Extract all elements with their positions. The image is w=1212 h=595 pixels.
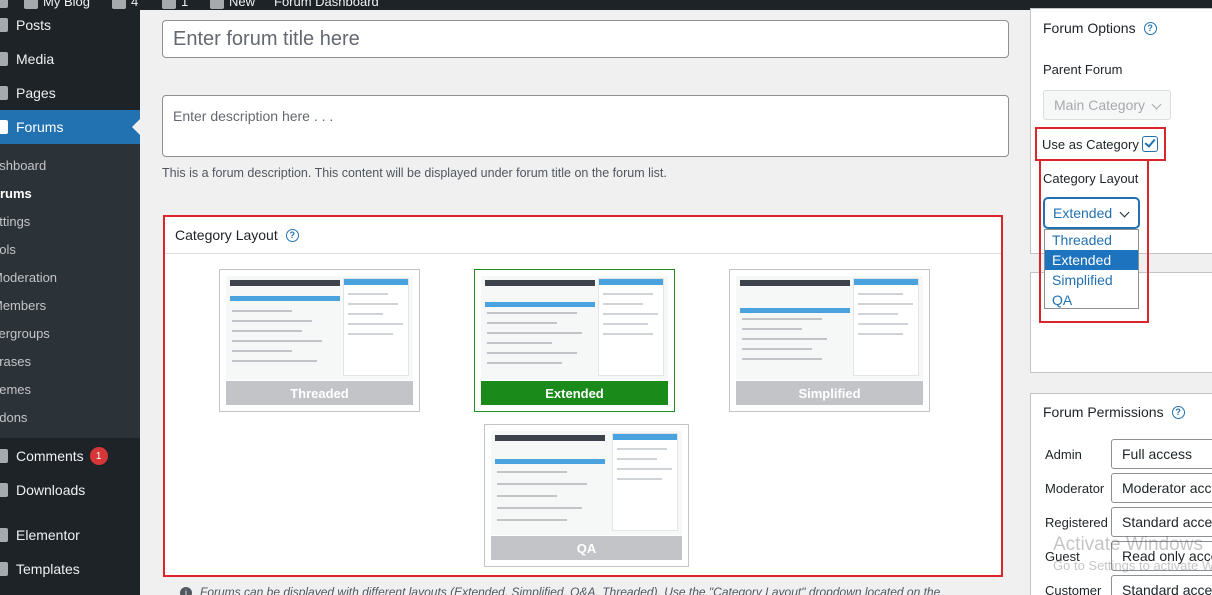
perm-role-moderator: Moderator bbox=[1045, 481, 1105, 496]
pages-icon bbox=[0, 86, 8, 100]
option-simplified[interactable]: Simplified bbox=[1045, 270, 1138, 290]
perm-select-customer[interactable]: Standard access bbox=[1111, 575, 1212, 595]
use-as-category-label: Use as Category bbox=[1042, 137, 1139, 152]
info-icon: i bbox=[180, 587, 192, 595]
posts-icon bbox=[0, 18, 8, 32]
layout-card-qa[interactable]: QA bbox=[484, 424, 689, 567]
perm-role-customer: Customer bbox=[1045, 583, 1102, 595]
submenu-tools[interactable]: ools bbox=[0, 242, 16, 257]
category-layout-dropdown: Threaded Extended Simplified QA bbox=[1044, 229, 1139, 309]
description-help-text: This is a forum description. This conten… bbox=[162, 166, 667, 180]
forum-options-title: Forum Options ? bbox=[1043, 20, 1157, 36]
chevron-down-icon bbox=[1151, 99, 1162, 110]
forum-permissions-title: Forum Permissions ? bbox=[1043, 404, 1185, 420]
submenu-forums[interactable]: orums bbox=[0, 186, 32, 201]
sidebar-item-comments[interactable]: Comments 1 bbox=[0, 439, 140, 473]
extended-label: Extended bbox=[481, 381, 668, 405]
perm-role-registered: Registered bbox=[1045, 515, 1108, 530]
templates-icon bbox=[0, 562, 8, 576]
parent-forum-select: Main Category bbox=[1043, 90, 1171, 120]
parent-forum-label: Parent Forum bbox=[1043, 62, 1123, 77]
submenu-themes[interactable]: hemes bbox=[0, 382, 31, 397]
submenu-dashboard[interactable]: ashboard bbox=[0, 158, 46, 173]
submenu-settings[interactable]: ettings bbox=[0, 214, 30, 229]
option-extended[interactable]: Extended bbox=[1045, 250, 1138, 270]
option-qa[interactable]: QA bbox=[1045, 290, 1138, 310]
admin-sidebar: Posts Media Pages Forums ashboard orums … bbox=[0, 10, 140, 595]
submenu-moderation[interactable]: Moderation bbox=[0, 270, 57, 285]
qa-label: QA bbox=[491, 536, 682, 560]
submenu-members[interactable]: Members bbox=[0, 298, 46, 313]
sidebar-item-templates[interactable]: Templates bbox=[0, 552, 140, 586]
layout-info-text: i Forums can be displayed with different … bbox=[180, 585, 940, 595]
help-icon[interactable]: ? bbox=[1171, 405, 1185, 419]
comments-icon bbox=[0, 449, 8, 463]
sidebar-item-downloads[interactable]: Downloads bbox=[0, 473, 140, 507]
new-content-link[interactable]: New bbox=[210, 0, 255, 9]
category-layout-header: Category Layout ? bbox=[165, 217, 1001, 254]
use-as-category-checkbox[interactable] bbox=[1142, 136, 1158, 152]
layout-card-extended[interactable]: Extended bbox=[474, 269, 675, 412]
help-icon[interactable]: ? bbox=[285, 228, 299, 242]
forums-submenu: ashboard orums ettings ools Moderation M… bbox=[0, 144, 140, 438]
threaded-preview-image bbox=[226, 276, 413, 380]
category-layout-title: Category Layout bbox=[175, 227, 278, 243]
forum-title-input[interactable] bbox=[162, 20, 1009, 58]
downloads-icon bbox=[0, 483, 8, 497]
qa-preview-image bbox=[491, 431, 682, 535]
sidebar-item-pages[interactable]: Pages bbox=[0, 76, 140, 110]
plus-icon bbox=[210, 0, 224, 9]
sidebar-item-forums[interactable]: Forums bbox=[0, 110, 140, 144]
perm-select-registered[interactable]: Standard access bbox=[1111, 507, 1212, 537]
category-layout-select[interactable]: Extended bbox=[1044, 198, 1139, 228]
simplified-label: Simplified bbox=[736, 381, 923, 405]
forums-icon bbox=[0, 120, 8, 134]
sidebar-item-elementor[interactable]: Elementor bbox=[0, 518, 140, 552]
submenu-phrases[interactable]: hrases bbox=[0, 354, 31, 369]
comments-link[interactable]: 1 bbox=[162, 0, 188, 9]
help-icon[interactable]: ? bbox=[1143, 21, 1157, 35]
comment-icon bbox=[162, 0, 176, 9]
elementor-icon bbox=[0, 528, 8, 542]
checkmark-icon bbox=[1144, 136, 1156, 148]
perm-role-admin: Admin bbox=[1045, 447, 1082, 462]
wp-logo-icon[interactable] bbox=[0, 0, 8, 8]
submenu-usergroups[interactable]: sergroups bbox=[0, 326, 50, 341]
extended-preview-image bbox=[481, 276, 668, 380]
activate-windows-watermark: Activate Windows Go to Settings to activ… bbox=[1053, 534, 1212, 573]
sidebar-item-media[interactable]: Media bbox=[0, 42, 140, 76]
option-threaded[interactable]: Threaded bbox=[1045, 230, 1138, 250]
perm-select-moderator[interactable]: Moderator access bbox=[1111, 473, 1212, 503]
submenu-addons[interactable]: ddons bbox=[0, 410, 27, 425]
sidebar-item-posts[interactable]: Posts bbox=[0, 8, 140, 42]
layout-card-threaded[interactable]: Threaded bbox=[219, 269, 420, 412]
forum-dashboard-link[interactable]: Forum Dashboard bbox=[274, 0, 379, 9]
layout-card-simplified[interactable]: Simplified bbox=[729, 269, 930, 412]
perm-select-admin[interactable]: Full access bbox=[1111, 439, 1212, 469]
chevron-down-icon bbox=[1119, 207, 1130, 218]
threaded-label: Threaded bbox=[226, 381, 413, 405]
comments-count-badge: 1 bbox=[89, 447, 108, 465]
forum-description-input[interactable] bbox=[162, 95, 1009, 157]
simplified-preview-image bbox=[736, 276, 923, 380]
media-icon bbox=[0, 52, 8, 66]
category-layout-box: Category Layout ? Threaded Extended Simp… bbox=[163, 215, 1003, 577]
